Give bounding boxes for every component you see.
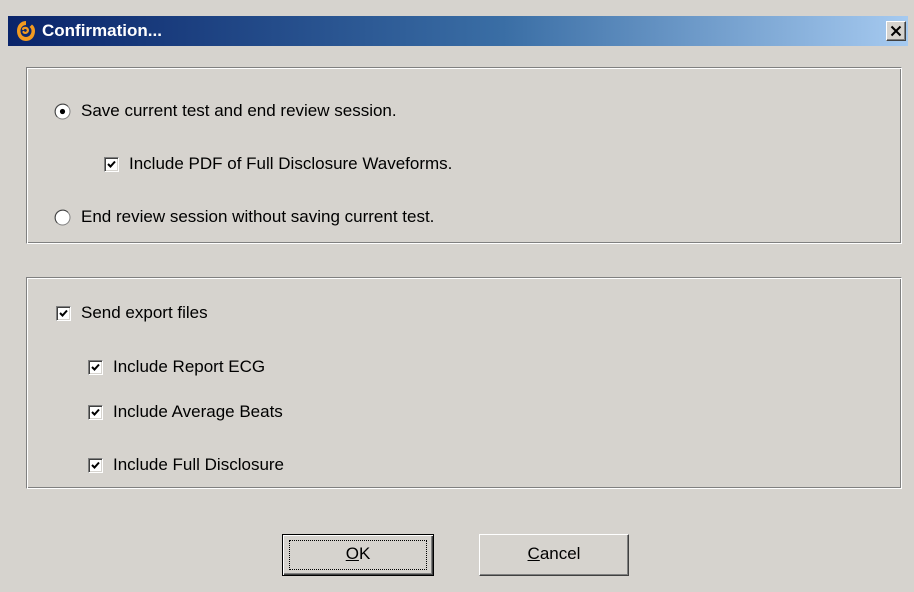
send-export-option[interactable]: Send export files [56, 301, 208, 325]
send-export-checkbox[interactable] [56, 305, 71, 321]
confirmation-dialog: Confirmation... Save current test and en… [0, 0, 914, 592]
save-and-end-label: Save current test and end review session… [81, 101, 397, 120]
checkmark-icon [91, 363, 100, 371]
include-report-ecg-option[interactable]: Include Report ECG [88, 355, 265, 379]
checkmark-icon [91, 461, 100, 469]
include-average-beats-checkbox[interactable] [88, 404, 103, 420]
close-icon [890, 25, 902, 37]
radio-button-unselected[interactable] [54, 209, 71, 226]
include-report-ecg-label: Include Report ECG [113, 357, 266, 376]
include-full-disclosure-checkbox[interactable] [88, 457, 103, 473]
ok-mnemonic: O [345, 544, 359, 563]
cancel-button[interactable]: Cancel [479, 534, 629, 576]
end-without-saving-option[interactable]: End review session without saving curren… [54, 205, 434, 229]
ok-label-rest: K [358, 544, 371, 563]
ok-button-label: OK [346, 544, 371, 563]
app-logo-icon [17, 21, 35, 41]
title-bar[interactable]: Confirmation... [8, 16, 908, 46]
checkmark-icon [107, 160, 116, 168]
end-without-saving-label: End review session without saving curren… [81, 207, 435, 226]
include-report-ecg-checkbox[interactable] [88, 359, 103, 375]
close-button[interactable] [886, 21, 906, 41]
cancel-button-label: Cancel [528, 544, 581, 563]
include-average-beats-option[interactable]: Include Average Beats [88, 400, 283, 424]
dialog-title: Confirmation... [42, 21, 162, 40]
save-and-end-option[interactable]: Save current test and end review session… [54, 99, 397, 123]
cancel-mnemonic: C [527, 544, 540, 563]
include-full-disclosure-label: Include Full Disclosure [113, 455, 285, 474]
checkmark-icon [91, 408, 100, 416]
include-pdf-option[interactable]: Include PDF of Full Disclosure Waveforms… [104, 152, 452, 176]
radio-button-selected[interactable] [54, 103, 71, 120]
include-pdf-checkbox[interactable] [104, 156, 119, 172]
checkmark-icon [59, 309, 68, 317]
include-pdf-label: Include PDF of Full Disclosure Waveforms… [129, 154, 453, 173]
cancel-label-rest: ancel [539, 544, 581, 563]
send-export-label: Send export files [81, 303, 208, 322]
ok-button[interactable]: OK [282, 534, 434, 576]
include-average-beats-label: Include Average Beats [113, 402, 283, 421]
include-full-disclosure-option[interactable]: Include Full Disclosure [88, 453, 284, 477]
